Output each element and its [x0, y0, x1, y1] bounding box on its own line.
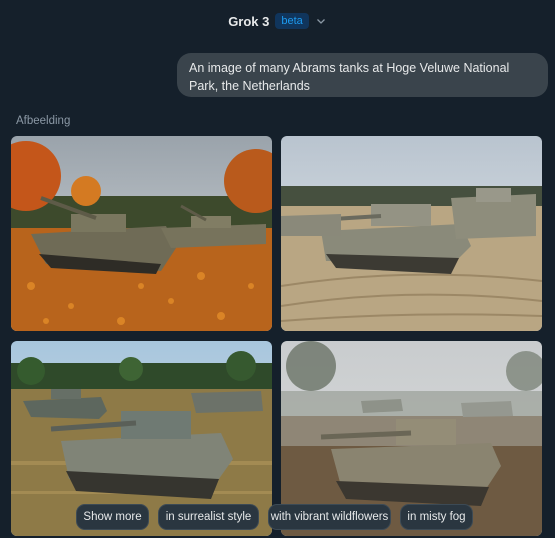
- beta-badge: beta: [275, 13, 309, 29]
- generated-image-2[interactable]: [281, 136, 542, 331]
- show-more-button[interactable]: Show more: [76, 504, 149, 530]
- generated-image-1[interactable]: [11, 136, 272, 331]
- suggestion-vibrant-wildflowers[interactable]: with vibrant wildflowers: [268, 504, 391, 530]
- model-selector[interactable]: Grok 3 beta: [0, 13, 555, 29]
- section-label: Afbeelding: [16, 115, 71, 127]
- model-title: Grok 3: [228, 13, 270, 29]
- suggestion-surrealist-style[interactable]: in surrealist style: [158, 504, 259, 530]
- suggestion-misty-fog[interactable]: in misty fog: [400, 504, 473, 530]
- suggestion-chips: Show more in surrealist style with vibra…: [76, 504, 473, 530]
- user-prompt-bubble: An image of many Abrams tanks at Hoge Ve…: [177, 53, 548, 97]
- chevron-down-icon: [316, 19, 325, 24]
